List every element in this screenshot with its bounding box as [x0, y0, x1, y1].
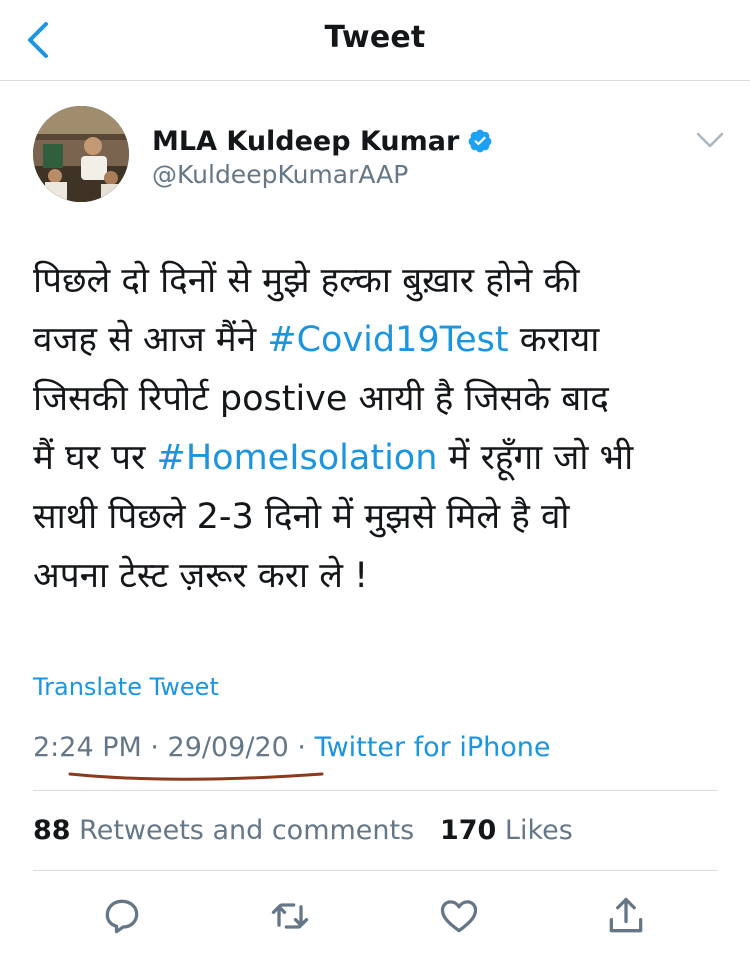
retweets-count: 88: [33, 815, 71, 846]
author-handle[interactable]: @KuldeepKumarAAP: [152, 160, 408, 189]
likes-label: Likes: [504, 815, 573, 846]
tweet-source-link[interactable]: Twitter for iPhone: [315, 732, 551, 763]
retweets-label: Retweets and comments: [79, 815, 415, 846]
like-icon[interactable]: [437, 894, 481, 938]
likes-stat[interactable]: 170 Likes: [440, 815, 573, 846]
meta-separator: ·: [288, 732, 315, 763]
verified-badge-icon: [468, 129, 492, 153]
tweet-text-line: में रहूँगा जो भी: [437, 438, 634, 478]
tweet-text-line: जिसकी रिपोर्ट postive आयी है जिसके बाद: [33, 379, 609, 419]
avatar[interactable]: [33, 106, 129, 202]
hashtag-link[interactable]: #HomeIsolation: [157, 438, 438, 478]
retweet-icon[interactable]: [268, 894, 312, 938]
author-name[interactable]: MLA Kuldeep Kumar: [152, 126, 459, 157]
avatar-image: [33, 106, 129, 202]
meta-separator: ·: [141, 732, 168, 763]
tweet-text-line: कराया: [508, 320, 600, 360]
tweet-text-line: वजह से आज मैंने: [33, 320, 268, 360]
tweet-text-line: मैं घर पर: [33, 438, 157, 478]
tweet-text-line: पिछले दो दिनों से मुझे हल्का बुख़ार होने…: [33, 261, 580, 301]
author-name-row[interactable]: MLA Kuldeep Kumar: [152, 124, 493, 158]
divider: [33, 790, 718, 791]
tweet-stats: 88 Retweets and comments 170 Likes: [33, 815, 573, 846]
tweet-date: 29/09/20: [167, 732, 289, 763]
tweet-time: 2:24 PM: [33, 732, 142, 763]
tweet-text: पिछले दो दिनों से मुझे हल्का बुख़ार होने…: [33, 252, 723, 606]
comment-icon[interactable]: [100, 894, 144, 938]
hashtag-link[interactable]: #Covid19Test: [267, 320, 508, 360]
share-icon[interactable]: [604, 894, 648, 938]
top-bar: Tweet: [0, 0, 750, 81]
translate-tweet-link[interactable]: Translate Tweet: [33, 673, 219, 701]
tweet-meta: 2:24 PM · 29/09/20 · Twitter for iPhone: [33, 732, 550, 763]
retweets-stat[interactable]: 88 Retweets and comments: [33, 815, 414, 846]
page-title: Tweet: [324, 20, 426, 55]
action-bar: [0, 880, 750, 956]
hand-drawn-underline: [68, 772, 324, 781]
tweet-text-line: साथी पिछले 2-3 दिनो में मुझसे मिले है वो: [33, 497, 570, 537]
likes-count: 170: [439, 815, 497, 846]
divider: [33, 870, 718, 871]
tweet-text-line: अपना टेस्ट ज़रूर करा ले !: [33, 556, 369, 596]
chevron-down-icon[interactable]: [690, 124, 730, 156]
